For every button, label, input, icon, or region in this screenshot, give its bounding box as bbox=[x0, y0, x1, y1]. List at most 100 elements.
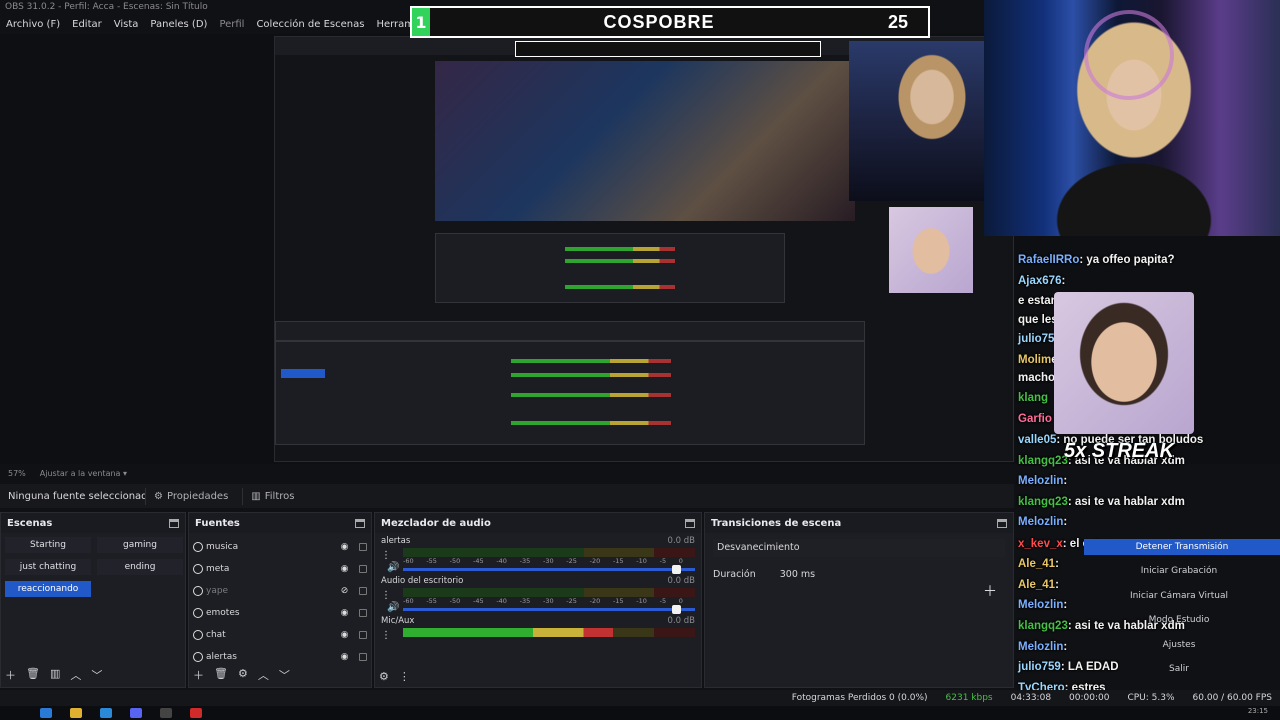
audio-mixer-dock: Mezclador de audio alertas 0.0 dB ⋮ -60 -55 -… bbox=[374, 512, 702, 688]
studio-mode-button[interactable]: Modo Estudio bbox=[1094, 615, 1264, 625]
obs-icon[interactable] bbox=[160, 708, 172, 718]
chevron-down-icon[interactable]: ﹀ bbox=[91, 667, 102, 683]
chat-username: Melozlin bbox=[1018, 475, 1064, 487]
start-recording-button[interactable]: Iniciar Grabación bbox=[1094, 566, 1264, 576]
lock-icon[interactable] bbox=[359, 565, 367, 573]
meter-tick-label: -10 bbox=[636, 557, 647, 565]
undock-icon[interactable] bbox=[169, 518, 179, 528]
eye-icon[interactable]: ◉ bbox=[339, 630, 350, 640]
meter-tick-label: -40 bbox=[496, 597, 507, 605]
menu-item[interactable]: Perfil bbox=[213, 19, 250, 30]
fit-window-dropdown[interactable]: Ajustar a la ventana ▾ bbox=[40, 469, 127, 478]
chevron-down-icon[interactable]: ﹀ bbox=[279, 667, 290, 683]
volume-slider[interactable]: 🔊 bbox=[387, 602, 695, 614]
scenes-toolbar: ＋ 🗑 ▥ ︿ ﹀ bbox=[5, 667, 102, 683]
live-time: 04:33:08 bbox=[1010, 693, 1052, 703]
more-menu-icon[interactable]: ⋮ bbox=[381, 630, 391, 641]
gear-icon[interactable]: ⚙ bbox=[238, 667, 248, 683]
menu-item[interactable]: Herramientas bbox=[370, 19, 410, 30]
start-virtual-camera-button[interactable]: Iniciar Cámara Virtual bbox=[1094, 591, 1264, 601]
add-transition-icon[interactable]: ＋ bbox=[983, 581, 997, 601]
chat-text: macho bbox=[1018, 372, 1056, 384]
exit-button[interactable]: Salir bbox=[1094, 664, 1264, 674]
scene-item[interactable]: Starting bbox=[5, 537, 91, 553]
undock-icon[interactable] bbox=[685, 518, 695, 528]
lock-icon[interactable] bbox=[359, 543, 367, 551]
clock: 23:15 bbox=[1247, 707, 1268, 715]
source-item[interactable]: yape ⊘ bbox=[193, 580, 367, 602]
chat-username: julio759 bbox=[1018, 661, 1061, 673]
menu-item[interactable]: Editar bbox=[66, 19, 108, 30]
add-icon[interactable]: ＋ bbox=[193, 667, 204, 683]
menu-item[interactable]: Colección de Escenas bbox=[250, 19, 370, 30]
nested-docks bbox=[435, 233, 785, 303]
source-item[interactable]: musica ◉ bbox=[193, 536, 367, 558]
browser-icon[interactable] bbox=[40, 708, 52, 718]
lock-icon[interactable] bbox=[359, 609, 367, 617]
scene-item[interactable]: gaming bbox=[97, 537, 183, 553]
transition-select[interactable]: Desvanecimiento bbox=[713, 539, 1005, 557]
eye-icon[interactable]: ◉ bbox=[339, 564, 350, 574]
settings-icon[interactable]: ⚙ bbox=[379, 670, 389, 683]
speaker-icon[interactable]: 🔊 bbox=[387, 562, 399, 573]
more-menu-icon[interactable]: ⋮ bbox=[399, 670, 410, 683]
lock-icon[interactable] bbox=[359, 587, 367, 595]
mixer-toolbar: ⚙ ⋮ bbox=[379, 670, 410, 683]
folder-icon[interactable] bbox=[70, 708, 82, 718]
source-label: musica bbox=[206, 542, 239, 552]
chevron-up-icon[interactable]: ︿ bbox=[258, 667, 269, 683]
store-icon[interactable] bbox=[100, 708, 112, 718]
filter-icon[interactable]: ▥ bbox=[50, 667, 60, 683]
menu-item[interactable]: Paneles (D) bbox=[144, 19, 213, 30]
stop-stream-button[interactable]: Detener Transmisión bbox=[1084, 539, 1280, 555]
chat-message: Ale_41: bbox=[1018, 558, 1059, 570]
trash-icon[interactable]: 🗑 bbox=[214, 667, 228, 683]
chat-text: : bbox=[1063, 516, 1068, 528]
undock-icon[interactable] bbox=[355, 518, 365, 528]
lock-icon[interactable] bbox=[359, 653, 367, 661]
source-item[interactable]: meta ◉ bbox=[193, 558, 367, 580]
eye-icon[interactable]: ◉ bbox=[339, 542, 350, 552]
webcam-feed bbox=[984, 0, 1280, 236]
menu-item[interactable]: Vista bbox=[108, 19, 145, 30]
add-icon[interactable]: ＋ bbox=[5, 667, 16, 683]
discord-icon[interactable] bbox=[130, 708, 142, 718]
source-type-icon bbox=[193, 564, 203, 574]
undock-icon[interactable] bbox=[997, 518, 1007, 528]
scene-item[interactable]: just chatting bbox=[5, 559, 91, 575]
more-menu-icon[interactable]: ⋮ bbox=[381, 590, 391, 601]
chat-username: x_kev_x bbox=[1018, 538, 1063, 550]
source-item[interactable]: alertas ◉ bbox=[193, 646, 367, 668]
media-icon[interactable] bbox=[190, 708, 202, 718]
speaker-icon[interactable]: 🔊 bbox=[387, 602, 399, 613]
source-item[interactable]: emotes ◉ bbox=[193, 602, 367, 624]
filters-button[interactable]: ▥ Filtros bbox=[242, 487, 302, 505]
source-item[interactable]: chat ◉ bbox=[193, 624, 367, 646]
eye-icon[interactable]: ◉ bbox=[339, 652, 350, 662]
meter-tick-label: -25 bbox=[566, 557, 577, 565]
properties-button[interactable]: ⚙ Propiedades bbox=[145, 487, 236, 505]
trash-icon[interactable]: 🗑 bbox=[26, 667, 40, 683]
source-label: emotes bbox=[206, 608, 240, 618]
meter-tick-label: -40 bbox=[496, 557, 507, 565]
lock-icon[interactable] bbox=[359, 631, 367, 639]
volume-slider[interactable]: 🔊 bbox=[387, 562, 695, 574]
window-title: OBS 31.0.2 - Perfil: Acca - Escenas: Sin… bbox=[5, 2, 208, 12]
eye-off-icon[interactable]: ⊘ bbox=[339, 586, 350, 596]
more-menu-icon[interactable]: ⋮ bbox=[381, 550, 391, 561]
scene-item[interactable]: reaccionando bbox=[5, 581, 91, 597]
cpu-usage: CPU: 5.3% bbox=[1127, 693, 1175, 703]
eye-icon[interactable]: ◉ bbox=[339, 608, 350, 618]
chat-text: : bbox=[1063, 475, 1068, 487]
meter-tick-label: -55 bbox=[426, 597, 437, 605]
scoreboard-title: COSPOBRE bbox=[603, 11, 715, 32]
scene-item[interactable]: ending bbox=[97, 559, 183, 575]
source-type-icon bbox=[193, 542, 203, 552]
source-type-icon bbox=[193, 630, 203, 640]
chat-text: : asi te va hablar xdm bbox=[1067, 496, 1185, 508]
settings-button[interactable]: Ajustes bbox=[1094, 640, 1264, 650]
duration-input[interactable]: 300 ms bbox=[780, 569, 815, 580]
menu-item[interactable]: Archivo (F) bbox=[0, 19, 66, 30]
chat-text: : bbox=[1055, 558, 1059, 570]
chevron-up-icon[interactable]: ︿ bbox=[70, 667, 81, 683]
